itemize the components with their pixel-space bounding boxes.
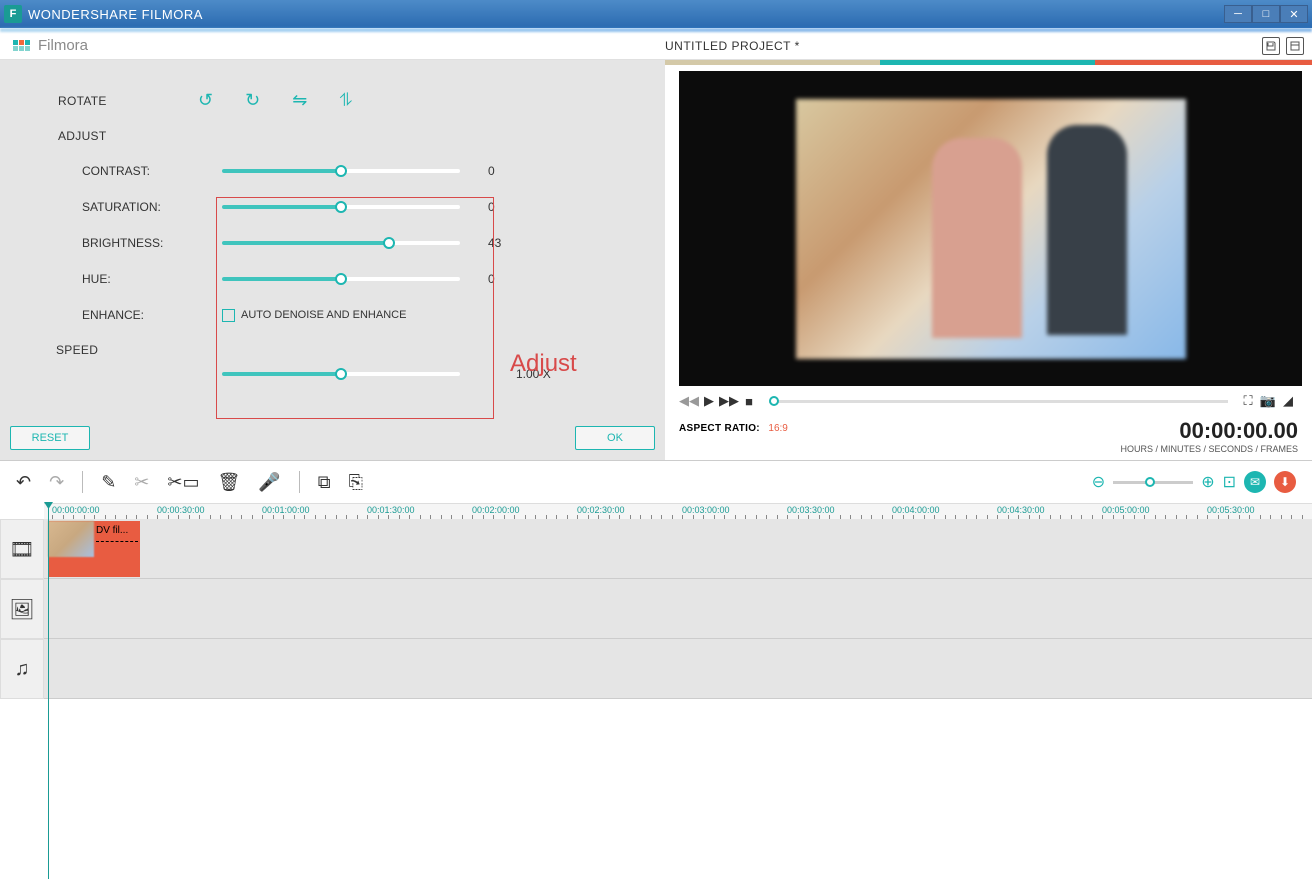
edit-icon[interactable]: ✎ xyxy=(101,472,116,493)
enhance-label: ENHANCE: xyxy=(82,308,222,322)
undo-icon[interactable]: ↶ xyxy=(16,472,31,493)
image-track-icon[interactable]: 🖼 xyxy=(0,579,44,639)
brightness-label: BRIGHTNESS: xyxy=(82,236,222,250)
hue-value: 0 xyxy=(488,272,538,286)
speed-slider[interactable] xyxy=(222,372,460,376)
snapshot-icon[interactable]: 📷 xyxy=(1258,393,1278,409)
close-button[interactable]: ✕ xyxy=(1280,5,1308,23)
ruler-mark: 00:04:00:00 xyxy=(892,505,940,515)
image-track[interactable] xyxy=(44,579,1312,639)
preview-area xyxy=(679,71,1302,386)
crop-icon[interactable]: ✂▭ xyxy=(167,472,199,493)
app-title: WONDERSHARE FILMORA xyxy=(28,7,1224,22)
playback-controls: ◀◀ ▶ ▶▶ ■ ⛶ 📷 ◢ xyxy=(665,386,1312,412)
ruler-mark: 00:00:00:00 xyxy=(52,505,100,515)
rotate-ccw-icon[interactable]: ↺ xyxy=(198,90,213,111)
record-icon[interactable]: ⧉ xyxy=(318,472,331,493)
app-icon: F xyxy=(4,5,22,23)
forward-icon[interactable]: ▶▶ xyxy=(719,393,739,409)
logo-text: Filmora xyxy=(38,37,88,54)
minimize-button[interactable]: ─ xyxy=(1224,5,1252,23)
zoom-slider[interactable] xyxy=(1113,481,1193,484)
zoom-in-icon[interactable]: ⊕ xyxy=(1201,472,1214,492)
titlebar: F WONDERSHARE FILMORA ─ □ ✕ xyxy=(0,0,1312,28)
flip-horizontal-icon[interactable]: ⇋ xyxy=(292,90,307,111)
rewind-icon[interactable]: ◀◀ xyxy=(679,393,699,409)
timecode: 00:00:00.00 xyxy=(1120,418,1298,444)
flip-vertical-icon[interactable]: ⥮ xyxy=(339,90,352,111)
ruler-mark: 00:02:30:00 xyxy=(577,505,625,515)
saturation-label: SATURATION: xyxy=(82,200,222,214)
project-title: UNTITLED PROJECT * xyxy=(665,39,1262,53)
voiceover-icon[interactable]: 🎤 xyxy=(258,472,280,493)
hue-slider[interactable] xyxy=(222,277,460,281)
adjust-panel: ROTATE ↺ ↻ ⇋ ⥮ ADJUST CONTRAST: 0 SATURA… xyxy=(0,60,665,460)
video-track[interactable]: DV fil... xyxy=(44,519,1312,579)
auto-denoise-label: AUTO DENOISE AND ENHANCE xyxy=(241,309,406,321)
clip-label: DV fil... xyxy=(96,525,128,536)
audio-track[interactable] xyxy=(44,639,1312,699)
playhead[interactable] xyxy=(48,503,49,879)
ruler-mark: 00:01:30:00 xyxy=(367,505,415,515)
colored-strip xyxy=(665,60,1312,65)
ruler-mark: 00:05:30:00 xyxy=(1207,505,1255,515)
maximize-button[interactable]: □ xyxy=(1252,5,1280,23)
playback-slider[interactable] xyxy=(769,400,1228,403)
fullscreen-icon[interactable]: ⛶ xyxy=(1238,393,1258,409)
layout-icon[interactable] xyxy=(1286,37,1304,55)
ok-button[interactable]: OK xyxy=(575,426,655,450)
adjust-label: ADJUST xyxy=(0,129,665,143)
ruler-mark: 00:00:30:00 xyxy=(157,505,205,515)
aspect-ratio-label: ASPECT RATIO: xyxy=(679,423,760,434)
timeline-toolbar: ↶ ↷ ✎ ✂ ✂▭ 🗑 🎤 ⧉ ⎘ ⊖ ⊕ ⊡ ✉ ⬇ xyxy=(0,461,1312,503)
rotate-cw-icon[interactable]: ↻ xyxy=(245,90,260,111)
contrast-value: 0 xyxy=(488,164,538,178)
zoom-out-icon[interactable]: ⊖ xyxy=(1092,472,1105,492)
hue-label: HUE: xyxy=(82,272,222,286)
ruler-mark: 00:01:00:00 xyxy=(262,505,310,515)
annotation-text: Adjust xyxy=(510,350,577,378)
cut-icon[interactable]: ✂ xyxy=(134,472,149,493)
preview-image xyxy=(796,99,1186,359)
contrast-label: CONTRAST: xyxy=(82,164,222,178)
play-icon[interactable]: ▶ xyxy=(699,393,719,409)
ruler-mark: 00:05:00:00 xyxy=(1102,505,1150,515)
stop-icon[interactable]: ■ xyxy=(739,393,759,409)
ruler-mark: 00:03:30:00 xyxy=(787,505,835,515)
brightness-value: 43 xyxy=(488,236,538,250)
preview-panel: ◀◀ ▶ ▶▶ ■ ⛶ 📷 ◢ ASPECT RATIO: 16:9 00:00… xyxy=(665,60,1312,460)
video-clip[interactable]: DV fil... xyxy=(48,521,140,577)
contrast-slider[interactable] xyxy=(222,169,460,173)
redo-icon[interactable]: ↷ xyxy=(49,472,64,493)
share-button[interactable]: ✉ xyxy=(1244,471,1266,493)
ruler-mark: 00:03:00:00 xyxy=(682,505,730,515)
saturation-slider[interactable] xyxy=(222,205,460,209)
topbar: Filmora UNTITLED PROJECT * xyxy=(0,32,1312,60)
timeline-area: ↶ ↷ ✎ ✂ ✂▭ 🗑 🎤 ⧉ ⎘ ⊖ ⊕ ⊡ ✉ ⬇ 00:00:00:00… xyxy=(0,460,1312,702)
export-button[interactable]: ⬇ xyxy=(1274,471,1296,493)
logo-icon xyxy=(12,40,34,52)
video-track-icon[interactable]: 🎞 xyxy=(0,519,44,579)
brightness-slider[interactable] xyxy=(222,241,460,245)
export-icon[interactable]: ⎘ xyxy=(349,472,363,493)
save-icon[interactable] xyxy=(1262,37,1280,55)
reset-button[interactable]: RESET xyxy=(10,426,90,450)
aspect-ratio-value: 16:9 xyxy=(768,423,787,434)
zoom-fit-icon[interactable]: ⊡ xyxy=(1223,472,1236,492)
auto-denoise-checkbox[interactable] xyxy=(222,309,235,322)
timeline-ruler[interactable]: 00:00:00:00 00:00:30:00 00:01:00:00 00:01:3… xyxy=(44,503,1312,519)
volume-icon[interactable]: ◢ xyxy=(1278,393,1298,409)
ruler-mark: 00:04:30:00 xyxy=(997,505,1045,515)
saturation-value: 0 xyxy=(488,200,538,214)
rotate-label: ROTATE xyxy=(58,94,198,108)
audio-track-icon[interactable]: ♫ xyxy=(0,639,44,699)
timecode-caption: HOURS / MINUTES / SECONDS / FRAMES xyxy=(1120,444,1298,454)
delete-icon[interactable]: 🗑 xyxy=(217,472,240,493)
ruler-mark: 00:02:00:00 xyxy=(472,505,520,515)
clip-thumbnail xyxy=(48,521,94,557)
titlebar-blur xyxy=(0,28,1312,32)
